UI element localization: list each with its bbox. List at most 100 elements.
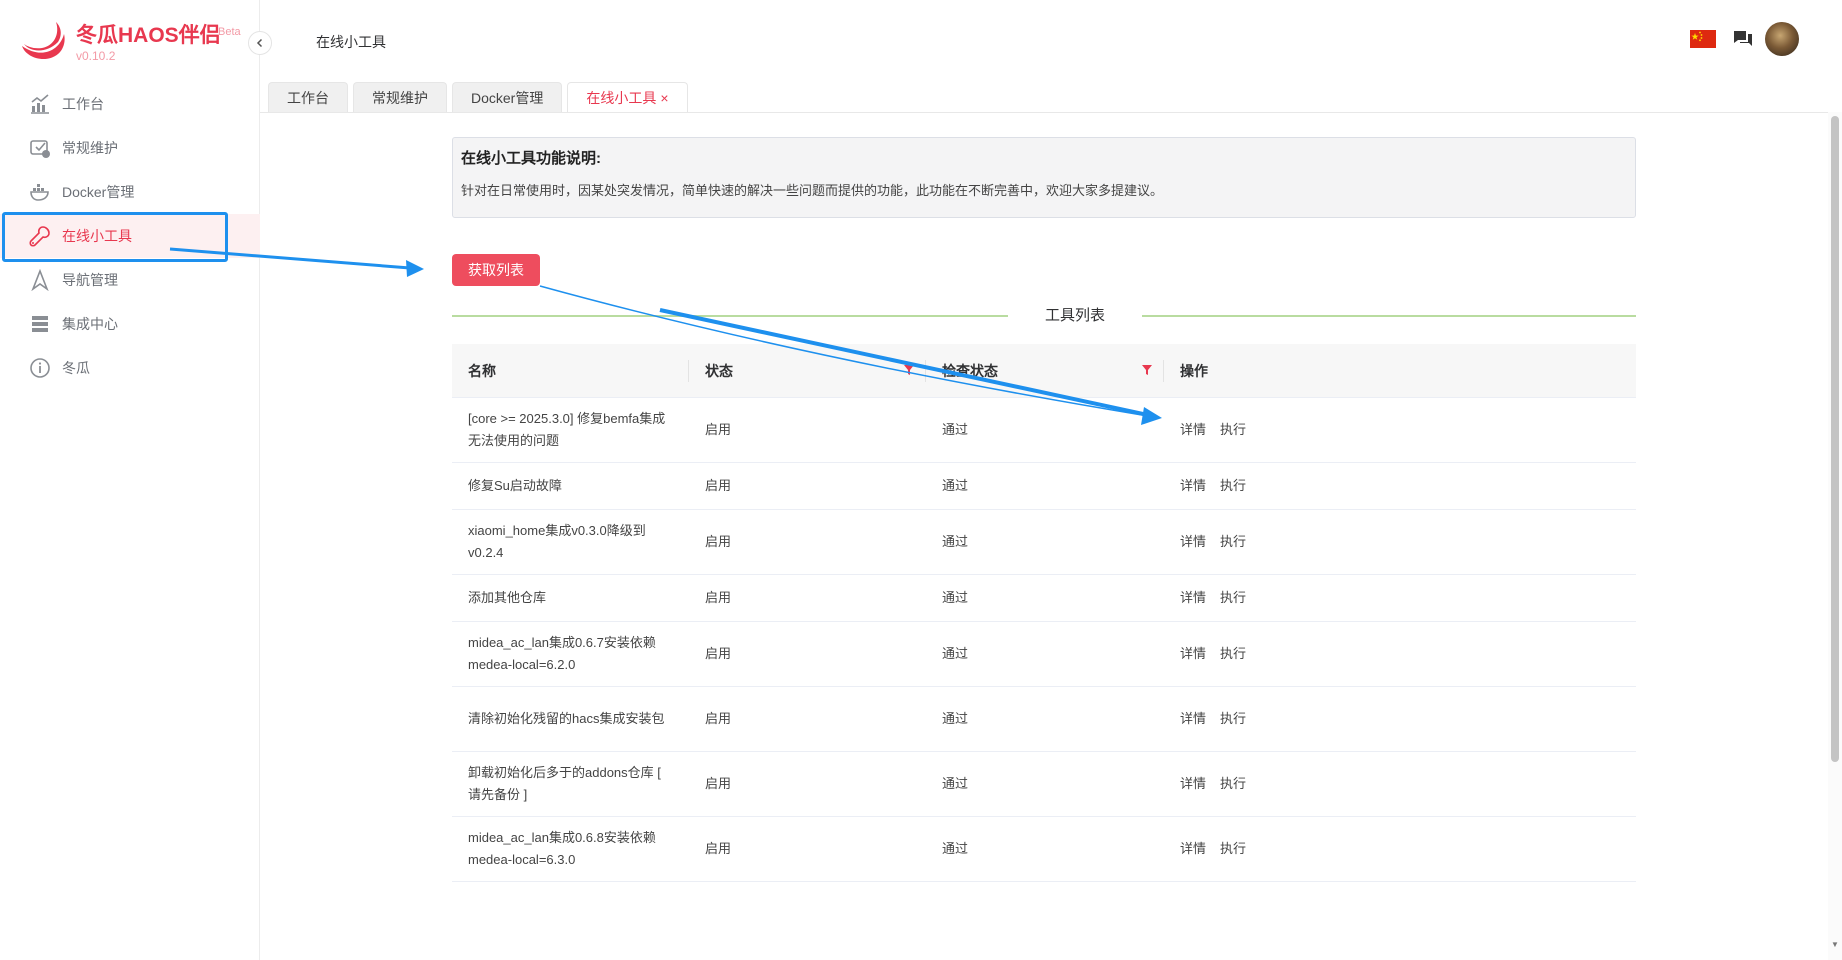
tab-label: Docker管理 bbox=[471, 89, 544, 106]
tool-actions: 详情 执行 bbox=[1164, 643, 1636, 665]
tab-docker[interactable]: Docker管理 bbox=[452, 82, 563, 112]
fetch-list-button[interactable]: 获取列表 bbox=[452, 254, 540, 286]
details-button[interactable]: 详情 bbox=[1180, 773, 1206, 795]
tool-check-status: 通过 bbox=[942, 590, 969, 605]
top-header: 在线小工具 bbox=[260, 0, 1842, 80]
details-button[interactable]: 详情 bbox=[1180, 643, 1206, 665]
sidebar-menu: 工作台 常规维护 Docker管理 在线小工具 导航管理 集成中心 冬瓜 bbox=[0, 82, 260, 390]
details-button[interactable]: 详情 bbox=[1180, 838, 1206, 860]
sidebar-item-label: 导航管理 bbox=[62, 272, 118, 288]
tool-status: 启用 bbox=[705, 841, 732, 856]
sidebar-item-about[interactable]: 冬瓜 bbox=[0, 346, 260, 390]
scrollbar-thumb[interactable] bbox=[1831, 116, 1839, 762]
filter-icon[interactable] bbox=[904, 365, 914, 375]
tool-name: xiaomi_home集成v0.3.0降级到v0.2.4 bbox=[468, 523, 646, 560]
details-button[interactable]: 详情 bbox=[1180, 419, 1206, 441]
brand-name: 冬瓜HAOS伴侣 bbox=[76, 24, 221, 47]
sidebar-item-integrations[interactable]: 集成中心 bbox=[0, 302, 260, 346]
tool-check-status: 通过 bbox=[942, 534, 969, 549]
tool-status: 启用 bbox=[705, 776, 732, 791]
docker-icon bbox=[28, 180, 52, 204]
tool-actions: 详情 执行 bbox=[1164, 419, 1636, 441]
annotation-arrowhead bbox=[406, 260, 424, 277]
chat-icon[interactable] bbox=[1732, 28, 1754, 55]
execute-button[interactable]: 执行 bbox=[1220, 531, 1246, 553]
notice-title: 在线小工具功能说明: bbox=[461, 150, 601, 167]
divider-line-right bbox=[1142, 315, 1636, 317]
tool-name: midea_ac_lan集成0.6.7安装依赖medea-local=6.2.0 bbox=[468, 635, 656, 672]
tool-check-status: 通过 bbox=[942, 776, 969, 791]
china-flag-icon[interactable] bbox=[1690, 30, 1716, 48]
maintenance-icon bbox=[28, 136, 52, 160]
tool-check-status: 通过 bbox=[942, 478, 969, 493]
execute-button[interactable]: 执行 bbox=[1220, 475, 1246, 497]
filter-icon[interactable] bbox=[1142, 365, 1152, 375]
table-header: 名称 状态 检查状态 操作 bbox=[452, 344, 1636, 398]
wrench-icon bbox=[28, 224, 52, 248]
details-button[interactable]: 详情 bbox=[1180, 587, 1206, 609]
sidebar-item-label: 集成中心 bbox=[62, 316, 118, 332]
execute-button[interactable]: 执行 bbox=[1220, 708, 1246, 730]
execute-button[interactable]: 执行 bbox=[1220, 419, 1246, 441]
sidebar-item-maintenance[interactable]: 常规维护 bbox=[0, 126, 260, 170]
tool-name: 修复Su启动故障 bbox=[468, 478, 562, 493]
notice-text: 针对在日常使用时，因某处突发情况，简单快速的解决一些问题而提供的功能，此功能在不… bbox=[461, 183, 1164, 198]
sidebar-item-label: 工作台 bbox=[62, 96, 104, 112]
tool-check-status: 通过 bbox=[942, 841, 969, 856]
tool-check-status: 通过 bbox=[942, 711, 969, 726]
tool-name: [core >= 2025.3.0] 修复bemfa集成无法使用的问题 bbox=[468, 411, 666, 448]
tool-name: 卸载初始化后多于的addons仓库 [ 请先备份 ] bbox=[468, 765, 661, 802]
sidebar-item-online-tools[interactable]: 在线小工具 bbox=[0, 214, 260, 258]
tool-actions: 详情 执行 bbox=[1164, 838, 1636, 860]
scroll-down-icon[interactable]: ▼ bbox=[1831, 940, 1839, 949]
column-header-label: 状态 bbox=[705, 362, 733, 379]
tool-actions: 详情 执行 bbox=[1164, 531, 1636, 553]
server-icon bbox=[28, 312, 52, 336]
column-header-check-status[interactable]: 检查状态 bbox=[926, 344, 1164, 397]
tab-maintenance[interactable]: 常规维护 bbox=[353, 82, 447, 112]
tool-actions: 详情 执行 bbox=[1164, 587, 1636, 609]
tool-name: midea_ac_lan集成0.6.8安装依赖medea-local=6.3.0 bbox=[468, 830, 656, 867]
tool-actions: 详情 执行 bbox=[1164, 708, 1636, 730]
page-title: 在线小工具 bbox=[316, 34, 386, 50]
tool-status: 启用 bbox=[705, 646, 732, 661]
tool-status: 启用 bbox=[705, 422, 732, 437]
sidebar-item-label: 冬瓜 bbox=[62, 360, 90, 376]
tool-name: 清除初始化残留的hacs集成安装包 bbox=[468, 711, 665, 726]
tab-dashboard[interactable]: 工作台 bbox=[268, 82, 348, 112]
execute-button[interactable]: 执行 bbox=[1220, 643, 1246, 665]
close-icon[interactable]: × bbox=[660, 90, 668, 106]
tab-divider bbox=[260, 112, 1842, 113]
tool-status: 启用 bbox=[705, 478, 732, 493]
table-row: midea_ac_lan集成0.6.7安装依赖medea-local=6.2.0… bbox=[452, 622, 1636, 687]
sidebar-item-dashboard[interactable]: 工作台 bbox=[0, 82, 260, 126]
feature-notice: 在线小工具功能说明: 针对在日常使用时，因某处突发情况，简单快速的解决一些问题而… bbox=[452, 137, 1636, 218]
tab-online-tools[interactable]: 在线小工具 × bbox=[567, 82, 688, 112]
tool-actions: 详情 执行 bbox=[1164, 475, 1636, 497]
avatar[interactable] bbox=[1765, 22, 1799, 56]
tab-bar: 工作台 常规维护 Docker管理 在线小工具 × bbox=[268, 82, 693, 112]
table-row: 修复Su启动故障 启用 通过 详情 执行 bbox=[452, 463, 1636, 510]
brand[interactable]: 冬瓜HAOS伴侣 Beta v0.10.2 bbox=[18, 16, 258, 68]
sidebar-item-label: Docker管理 bbox=[62, 184, 135, 200]
details-button[interactable]: 详情 bbox=[1180, 475, 1206, 497]
dashboard-chart-icon bbox=[28, 92, 52, 116]
tool-status: 启用 bbox=[705, 590, 732, 605]
execute-button[interactable]: 执行 bbox=[1220, 773, 1246, 795]
column-header-name: 名称 bbox=[452, 344, 689, 397]
tab-label: 在线小工具 bbox=[586, 89, 657, 106]
sidebar-item-docker[interactable]: Docker管理 bbox=[0, 170, 260, 214]
execute-button[interactable]: 执行 bbox=[1220, 838, 1246, 860]
details-button[interactable]: 详情 bbox=[1180, 708, 1206, 730]
sidebar-item-navigation[interactable]: 导航管理 bbox=[0, 258, 260, 302]
tool-check-status: 通过 bbox=[942, 422, 969, 437]
sidebar-item-label: 在线小工具 bbox=[62, 228, 132, 244]
chevron-left-icon bbox=[256, 38, 263, 48]
sidebar: 冬瓜HAOS伴侣 Beta v0.10.2 工作台 常规维护 Docker管理 bbox=[0, 0, 272, 960]
column-header-status[interactable]: 状态 bbox=[689, 344, 926, 397]
tool-status: 启用 bbox=[705, 534, 732, 549]
execute-button[interactable]: 执行 bbox=[1220, 587, 1246, 609]
collapse-sidebar-button[interactable] bbox=[248, 31, 272, 55]
tool-check-status: 通过 bbox=[942, 646, 969, 661]
details-button[interactable]: 详情 bbox=[1180, 531, 1206, 553]
